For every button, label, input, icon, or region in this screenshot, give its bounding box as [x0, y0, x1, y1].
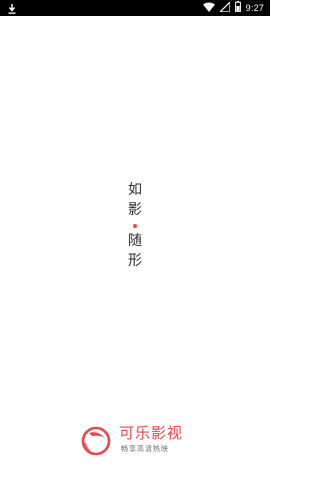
brand-block: 可乐影视 畅享高清热映: [80, 423, 200, 457]
slogan-char: 如: [128, 182, 142, 198]
battery-icon: [234, 0, 241, 17]
splash-slogan: 如 影 随 形: [0, 181, 270, 272]
slogan-char: 影: [128, 202, 142, 218]
status-time: 9:27: [245, 3, 264, 13]
app-logo: [80, 423, 112, 457]
slogan-char: 随: [128, 233, 142, 249]
slogan-char: 形: [128, 253, 142, 269]
app-tagline: 畅享高清热映: [121, 445, 169, 453]
wifi-icon: [202, 0, 215, 17]
signal-icon: [218, 0, 231, 17]
status-icons: 9:27: [202, 0, 264, 17]
app-name: 可乐影视: [119, 424, 184, 442]
slogan-dot: [133, 224, 137, 228]
status-bar: 9:27: [0, 0, 270, 16]
download-icon: [7, 2, 17, 14]
